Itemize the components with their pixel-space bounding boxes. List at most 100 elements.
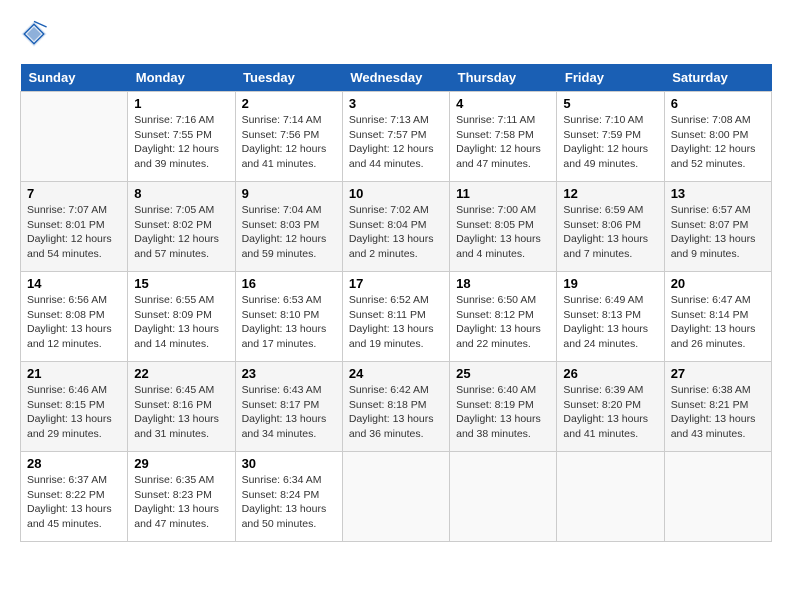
calendar-cell — [21, 92, 128, 182]
day-number: 25 — [456, 366, 550, 381]
day-info: Sunrise: 7:16 AM Sunset: 7:55 PM Dayligh… — [134, 113, 228, 172]
day-number: 12 — [563, 186, 657, 201]
day-number: 19 — [563, 276, 657, 291]
calendar-week-row: 1 Sunrise: 7:16 AM Sunset: 7:55 PM Daylig… — [21, 92, 772, 182]
calendar-week-row: 28Sunrise: 6:37 AM Sunset: 8:22 PM Dayli… — [21, 452, 772, 542]
calendar-cell: 30Sunrise: 6:34 AM Sunset: 8:24 PM Dayli… — [235, 452, 342, 542]
day-info: Sunrise: 6:39 AM Sunset: 8:20 PM Dayligh… — [563, 383, 657, 442]
day-info: Sunrise: 7:10 AM Sunset: 7:59 PM Dayligh… — [563, 113, 657, 172]
day-number: 17 — [349, 276, 443, 291]
calendar-cell: 13 Sunrise: 6:57 AM Sunset: 8:07 PM Dayli… — [664, 182, 771, 272]
day-info: Sunrise: 6:45 AM Sunset: 8:16 PM Dayligh… — [134, 383, 228, 442]
day-info: Sunrise: 6:47 AM Sunset: 8:14 PM Dayligh… — [671, 293, 765, 352]
day-info: Sunrise: 7:13 AM Sunset: 7:57 PM Dayligh… — [349, 113, 443, 172]
day-info: Sunrise: 7:04 AM Sunset: 8:03 PM Dayligh… — [242, 203, 336, 262]
day-info: Sunrise: 6:56 AM Sunset: 8:08 PM Dayligh… — [27, 293, 121, 352]
day-number: 20 — [671, 276, 765, 291]
calendar-cell: 6 Sunrise: 7:08 AM Sunset: 8:00 PM Daylig… — [664, 92, 771, 182]
calendar-cell: 22 Sunrise: 6:45 AM Sunset: 8:16 PM Dayli… — [128, 362, 235, 452]
calendar-cell — [557, 452, 664, 542]
calendar-cell: 1 Sunrise: 7:16 AM Sunset: 7:55 PM Daylig… — [128, 92, 235, 182]
calendar-cell: 26 Sunrise: 6:39 AM Sunset: 8:20 PM Dayli… — [557, 362, 664, 452]
day-number: 14 — [27, 276, 121, 291]
day-number: 15 — [134, 276, 228, 291]
day-info: Sunrise: 7:07 AM Sunset: 8:01 PM Dayligh… — [27, 203, 121, 262]
calendar-cell: 25 Sunrise: 6:40 AM Sunset: 8:19 PM Dayli… — [450, 362, 557, 452]
calendar-cell: 16Sunrise: 6:53 AM Sunset: 8:10 PM Dayli… — [235, 272, 342, 362]
day-number: 26 — [563, 366, 657, 381]
weekday-row: SundayMondayTuesdayWednesdayThursdayFrid… — [21, 64, 772, 92]
calendar-cell: 5 Sunrise: 7:10 AM Sunset: 7:59 PM Daylig… — [557, 92, 664, 182]
calendar-cell — [664, 452, 771, 542]
weekday-saturday: Saturday — [664, 64, 771, 92]
calendar-cell: 4Sunrise: 7:11 AM Sunset: 7:58 PM Daylig… — [450, 92, 557, 182]
day-info: Sunrise: 6:52 AM Sunset: 8:11 PM Dayligh… — [349, 293, 443, 352]
weekday-tuesday: Tuesday — [235, 64, 342, 92]
calendar-body: 1 Sunrise: 7:16 AM Sunset: 7:55 PM Daylig… — [21, 92, 772, 542]
calendar-table: SundayMondayTuesdayWednesdayThursdayFrid… — [20, 64, 772, 542]
calendar-cell: 19Sunrise: 6:49 AM Sunset: 8:13 PM Dayli… — [557, 272, 664, 362]
day-number: 5 — [563, 96, 657, 111]
calendar-header: SundayMondayTuesdayWednesdayThursdayFrid… — [21, 64, 772, 92]
day-info: Sunrise: 6:42 AM Sunset: 8:18 PM Dayligh… — [349, 383, 443, 442]
calendar-cell — [342, 452, 449, 542]
calendar-cell: 10 Sunrise: 7:02 AM Sunset: 8:04 PM Dayli… — [342, 182, 449, 272]
day-info: Sunrise: 7:11 AM Sunset: 7:58 PM Dayligh… — [456, 113, 550, 172]
day-number: 6 — [671, 96, 765, 111]
calendar-cell: 12Sunrise: 6:59 AM Sunset: 8:06 PM Dayli… — [557, 182, 664, 272]
day-info: Sunrise: 6:34 AM Sunset: 8:24 PM Dayligh… — [242, 473, 336, 532]
day-info: Sunrise: 7:05 AM Sunset: 8:02 PM Dayligh… — [134, 203, 228, 262]
day-number: 21 — [27, 366, 121, 381]
day-number: 1 — [134, 96, 228, 111]
day-info: Sunrise: 7:14 AM Sunset: 7:56 PM Dayligh… — [242, 113, 336, 172]
day-number: 8 — [134, 186, 228, 201]
calendar-cell: 23 Sunrise: 6:43 AM Sunset: 8:17 PM Dayli… — [235, 362, 342, 452]
day-number: 10 — [349, 186, 443, 201]
day-number: 29 — [134, 456, 228, 471]
day-info: Sunrise: 6:46 AM Sunset: 8:15 PM Dayligh… — [27, 383, 121, 442]
day-info: Sunrise: 6:35 AM Sunset: 8:23 PM Dayligh… — [134, 473, 228, 532]
logo — [20, 20, 52, 48]
weekday-monday: Monday — [128, 64, 235, 92]
day-number: 27 — [671, 366, 765, 381]
weekday-wednesday: Wednesday — [342, 64, 449, 92]
calendar-cell — [450, 452, 557, 542]
calendar-cell: 14 Sunrise: 6:56 AM Sunset: 8:08 PM Dayli… — [21, 272, 128, 362]
calendar-week-row: 7Sunrise: 7:07 AM Sunset: 8:01 PM Daylig… — [21, 182, 772, 272]
day-info: Sunrise: 6:38 AM Sunset: 8:21 PM Dayligh… — [671, 383, 765, 442]
day-info: Sunrise: 6:40 AM Sunset: 8:19 PM Dayligh… — [456, 383, 550, 442]
day-info: Sunrise: 6:37 AM Sunset: 8:22 PM Dayligh… — [27, 473, 121, 532]
calendar-cell: 8 Sunrise: 7:05 AM Sunset: 8:02 PM Daylig… — [128, 182, 235, 272]
logo-icon — [20, 20, 48, 48]
day-number: 11 — [456, 186, 550, 201]
day-number: 3 — [349, 96, 443, 111]
calendar-cell: 17 Sunrise: 6:52 AM Sunset: 8:11 PM Dayli… — [342, 272, 449, 362]
day-info: Sunrise: 6:50 AM Sunset: 8:12 PM Dayligh… — [456, 293, 550, 352]
calendar-cell: 7Sunrise: 7:07 AM Sunset: 8:01 PM Daylig… — [21, 182, 128, 272]
calendar-cell: 2 Sunrise: 7:14 AM Sunset: 7:56 PM Daylig… — [235, 92, 342, 182]
day-info: Sunrise: 7:08 AM Sunset: 8:00 PM Dayligh… — [671, 113, 765, 172]
calendar-cell: 18 Sunrise: 6:50 AM Sunset: 8:12 PM Dayli… — [450, 272, 557, 362]
page-header — [20, 20, 772, 48]
day-number: 2 — [242, 96, 336, 111]
day-number: 24 — [349, 366, 443, 381]
day-number: 9 — [242, 186, 336, 201]
calendar-week-row: 21 Sunrise: 6:46 AM Sunset: 8:15 PM Dayli… — [21, 362, 772, 452]
calendar-cell: 11 Sunrise: 7:00 AM Sunset: 8:05 PM Dayli… — [450, 182, 557, 272]
day-number: 18 — [456, 276, 550, 291]
day-number: 13 — [671, 186, 765, 201]
calendar-cell: 3 Sunrise: 7:13 AM Sunset: 7:57 PM Daylig… — [342, 92, 449, 182]
day-number: 23 — [242, 366, 336, 381]
day-info: Sunrise: 7:02 AM Sunset: 8:04 PM Dayligh… — [349, 203, 443, 262]
day-info: Sunrise: 6:57 AM Sunset: 8:07 PM Dayligh… — [671, 203, 765, 262]
calendar-week-row: 14 Sunrise: 6:56 AM Sunset: 8:08 PM Dayli… — [21, 272, 772, 362]
calendar-cell: 21 Sunrise: 6:46 AM Sunset: 8:15 PM Dayli… — [21, 362, 128, 452]
day-info: Sunrise: 7:00 AM Sunset: 8:05 PM Dayligh… — [456, 203, 550, 262]
calendar-cell: 20 Sunrise: 6:47 AM Sunset: 8:14 PM Dayli… — [664, 272, 771, 362]
calendar-cell: 15 Sunrise: 6:55 AM Sunset: 8:09 PM Dayli… — [128, 272, 235, 362]
day-info: Sunrise: 6:43 AM Sunset: 8:17 PM Dayligh… — [242, 383, 336, 442]
day-number: 22 — [134, 366, 228, 381]
day-info: Sunrise: 6:55 AM Sunset: 8:09 PM Dayligh… — [134, 293, 228, 352]
calendar-cell: 29 Sunrise: 6:35 AM Sunset: 8:23 PM Dayli… — [128, 452, 235, 542]
day-info: Sunrise: 6:53 AM Sunset: 8:10 PM Dayligh… — [242, 293, 336, 352]
